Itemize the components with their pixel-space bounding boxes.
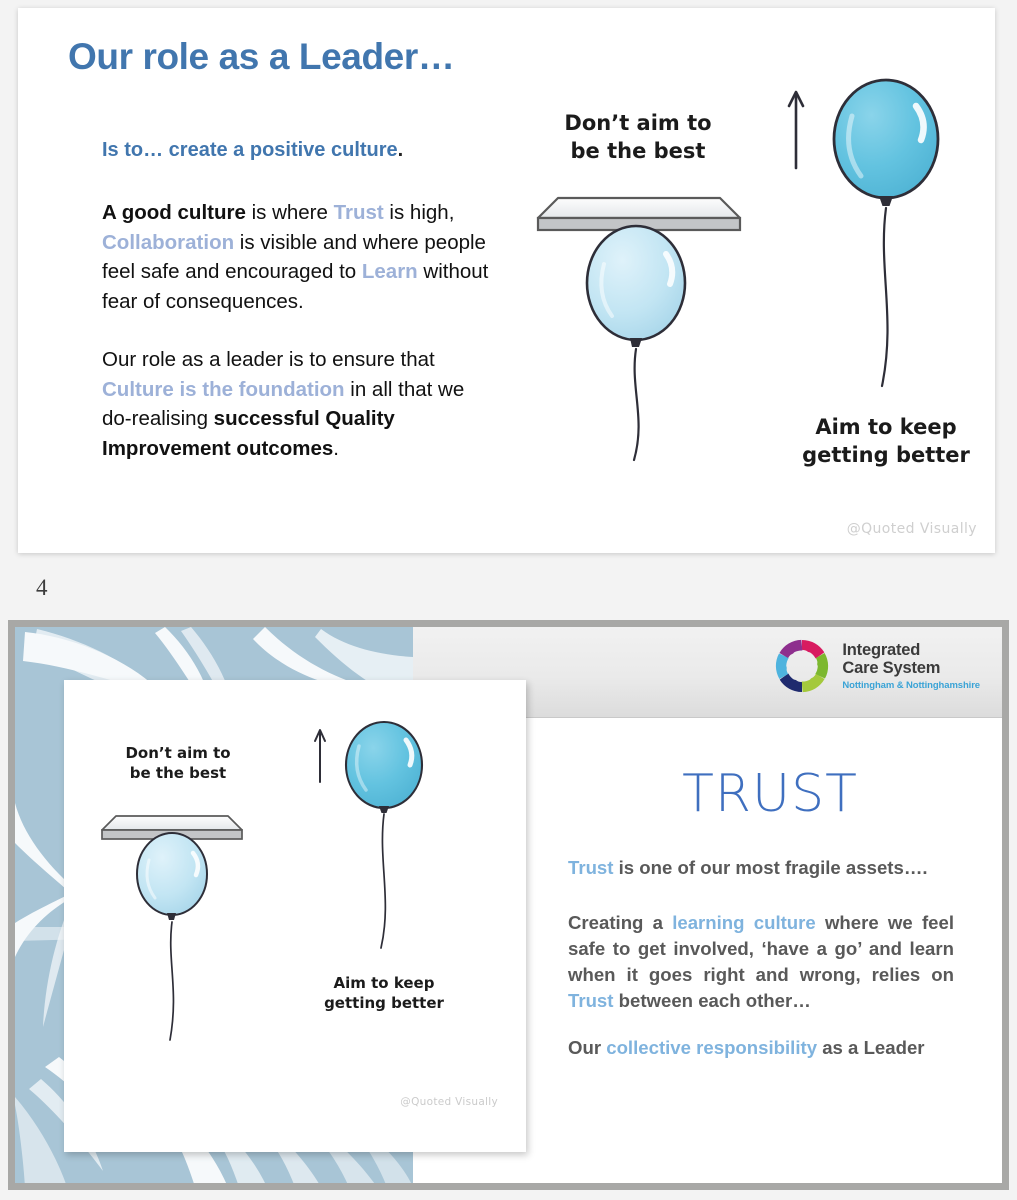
caption-aim-keep-line2: getting better: [802, 443, 970, 467]
balloon-illustration-svg: Don’t aim to be the best Aim to keep get…: [536, 78, 971, 467]
s2p2-seg1: Creating a: [568, 912, 673, 933]
slide-1: Our role as a Leader… Is to… create a po…: [18, 8, 995, 553]
ics-logo: Integrated Care System Nottingham & Nott…: [771, 635, 980, 697]
p2-seg5: .: [333, 436, 339, 460]
ics-logo-line-2: Care System: [842, 659, 941, 678]
p1-learn: Learn: [361, 260, 418, 283]
caption-aim-keep-line1: Aim to keep: [815, 415, 956, 439]
ics-logo-text: Integrated Care System Nottingham & Nott…: [842, 642, 980, 691]
p2-culture-foundation: Culture is the foundation: [102, 377, 345, 401]
slide-2-balloon-illustration: Don’t aim to be the best Aim to keep get…: [82, 710, 512, 1041]
ics-ring-people-icon: [776, 639, 829, 693]
lead-highlight: create a positive culture: [163, 139, 398, 161]
card-caption-dont-aim-line2: be the best: [130, 764, 226, 782]
card-caption-aim-keep-line2: getting better: [324, 994, 444, 1012]
slide-2-paragraph-2: Creating a learning culture where we fee…: [568, 910, 954, 1014]
slide-1-lead-line: Is to… create a positive culture.: [102, 139, 403, 162]
s2p3-seg1: Our: [568, 1037, 607, 1058]
slide-1-paragraph-2: Our role as a leader is to ensure that C…: [102, 345, 492, 463]
slide-2-title: TRUST: [682, 764, 858, 824]
slide-2: Integrated Care System Nottingham & Nott…: [8, 620, 1009, 1190]
slide-1-balloon-illustration: Don’t aim to be the best Aim to keep get…: [518, 68, 988, 498]
p1-seg1: A good culture: [102, 201, 246, 224]
s2p2-seg5: between each other…: [613, 990, 811, 1011]
p1-seg4: is high,: [383, 201, 455, 224]
ics-logo-line-1: Integrated: [842, 640, 921, 659]
slide-1-paragraph-1: A good culture is where Trust is high, C…: [102, 198, 492, 316]
caption-dont-aim-line2: be the best: [571, 139, 706, 163]
lead-suffix: .: [397, 139, 404, 161]
balloon-illustration-svg-small: Don’t aim to be the best Aim to keep get…: [101, 720, 445, 1041]
slide-2-card-watermark: @Quoted Visually: [400, 1096, 498, 1108]
s2p1-seg2: is one of our most fragile assets….: [613, 857, 928, 878]
s2p2-learning-culture: learning culture: [672, 912, 816, 933]
caption-dont-aim-line1: Don’t aim to: [564, 111, 711, 135]
slide-2-paragraph-1: Trust is one of our most fragile assets……: [568, 855, 954, 881]
lead-prefix: Is to…: [102, 139, 164, 161]
p1-trust: Trust: [333, 201, 384, 224]
card-caption-aim-keep-line1: Aim to keep: [334, 974, 435, 992]
slide-2-paragraph-3: Our collective responsibility as a Leade…: [568, 1035, 954, 1061]
ics-logo-line-3: Nottingham & Nottinghamshire: [842, 679, 980, 691]
s2p3-seg3: as a Leader: [817, 1037, 925, 1058]
p1-collaboration: Collaboration: [102, 230, 235, 254]
s2p3-collective-responsibility: collective responsibility: [606, 1037, 818, 1058]
s2p1-trust: Trust: [568, 857, 614, 878]
slide-1-title: Our role as a Leader…: [68, 36, 455, 77]
slide-number-label: 4: [36, 575, 48, 600]
card-caption-dont-aim-line1: Don’t aim to: [125, 744, 230, 762]
slide-2-image-card: Don’t aim to be the best Aim to keep get…: [64, 680, 526, 1152]
slide-1-watermark: @Quoted Visually: [846, 521, 977, 537]
p1-seg2: is where: [245, 201, 334, 224]
p2-seg1: Our role as a leader is to ensure that: [102, 348, 435, 371]
s2p2-trust: Trust: [568, 990, 614, 1011]
